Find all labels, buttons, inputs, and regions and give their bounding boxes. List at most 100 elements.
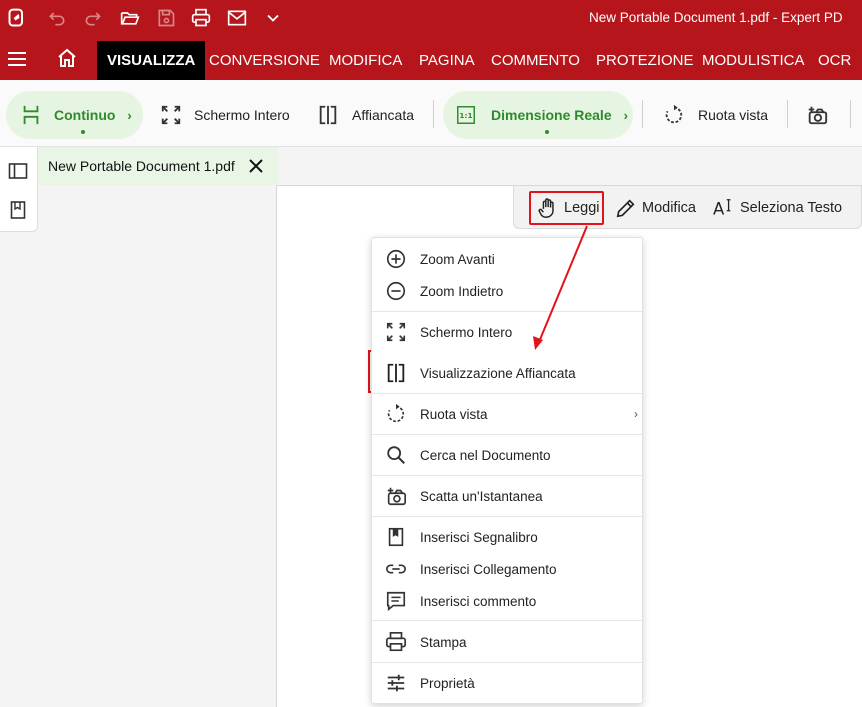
actual-size-icon: 1:1 <box>457 106 475 124</box>
schermo-intero-button[interactable]: Schermo Intero <box>160 91 290 139</box>
menu-separator <box>372 662 642 663</box>
link-icon <box>386 564 406 574</box>
rotate-icon <box>665 104 683 124</box>
print-icon[interactable] <box>188 6 214 30</box>
menu-item-label: Zoom Indietro <box>420 283 504 299</box>
menu-item-label: Proprietà <box>420 675 475 691</box>
close-icon[interactable] <box>246 156 266 176</box>
active-dot <box>81 130 85 134</box>
menu-item-label: Zoom Avanti <box>420 251 495 267</box>
toolbar-separator <box>642 100 643 128</box>
menu-item-zoom-avanti[interactable]: Zoom Avanti <box>372 244 642 274</box>
menu-separator <box>372 475 642 476</box>
camera-add-icon <box>808 106 828 125</box>
ribbon-tabs: VISUALIZZA CONVERSIONE MODIFICA PAGINA C… <box>0 37 862 80</box>
tab-commento[interactable]: COMMENTO <box>491 41 580 80</box>
leggi-highlight-box <box>529 191 604 225</box>
tab-ocr[interactable]: OCR <box>818 41 851 80</box>
bookmark-icon[interactable] <box>8 200 28 220</box>
menu-item-cerca[interactable]: Cerca nel Documento <box>372 440 642 470</box>
menu-separator <box>372 311 642 312</box>
menu-item-visualizzazione-affiancata[interactable]: Visualizzazione Affiancata <box>372 358 642 388</box>
pencil-icon <box>616 199 635 218</box>
properties-sliders-icon <box>387 674 405 692</box>
ruota-vista-label: Ruota vista <box>698 107 769 123</box>
redo-icon[interactable] <box>80 6 106 30</box>
side-by-side-icon <box>387 363 405 383</box>
affiancata-button[interactable]: Affiancata <box>317 91 414 139</box>
active-dot <box>545 130 549 134</box>
tab-protezione[interactable]: PROTEZIONE <box>596 41 694 80</box>
continuo-label: Continuo <box>54 107 116 123</box>
snapshot-button[interactable] <box>806 91 828 139</box>
menu-separator <box>372 393 642 394</box>
print-icon <box>386 632 406 652</box>
open-folder-icon[interactable] <box>117 6 143 30</box>
zoom-out-icon <box>386 281 406 301</box>
tab-modulistica[interactable]: MODULISTICA <box>702 41 805 80</box>
view-toolbar: Continuo › Schermo Intero Affiancata 1:1… <box>0 80 862 147</box>
menu-item-label: Inserisci Collegamento <box>420 561 557 577</box>
tab-modifica[interactable]: MODIFICA <box>329 41 402 80</box>
text-select-icon: A <box>713 199 731 218</box>
menu-item-label: Cerca nel Documento <box>420 447 551 463</box>
chevron-right-icon: › <box>127 107 132 123</box>
left-panel-body <box>0 232 277 707</box>
menu-item-istantanea[interactable]: Scatta un'Istantanea <box>372 481 642 511</box>
dimensione-reale-label: Dimensione Reale <box>491 107 612 123</box>
menu-separator <box>372 434 642 435</box>
document-tab[interactable]: New Portable Document 1.pdf <box>38 147 278 185</box>
app-window: New Portable Document 1.pdf - Expert PD … <box>0 0 862 707</box>
menu-item-proprieta[interactable]: Proprietà <box>372 668 642 698</box>
context-menu: Zoom Avanti Zoom Indietro Schermo Intero… <box>371 237 643 704</box>
menu-item-stampa[interactable]: Stampa <box>372 627 642 657</box>
menu-item-schermo-intero[interactable]: Schermo Intero <box>372 317 642 347</box>
tab-pagina[interactable]: PAGINA <box>419 41 475 80</box>
fullscreen-icon <box>386 322 406 342</box>
hamburger-menu-icon[interactable] <box>6 48 28 70</box>
panel-toggle-icon[interactable] <box>8 161 28 181</box>
seleziona-testo-button[interactable]: A Seleziona Testo <box>713 194 842 222</box>
menu-item-zoom-indietro[interactable]: Zoom Indietro <box>372 276 642 306</box>
undo-icon[interactable] <box>44 6 70 30</box>
menu-item-label: Inserisci Segnalibro <box>420 529 538 545</box>
app-logo-icon[interactable] <box>4 6 30 30</box>
rotate-icon <box>387 403 405 423</box>
modifica-button[interactable]: Modifica <box>615 194 696 222</box>
home-icon[interactable] <box>56 47 78 69</box>
zoom-in-icon <box>386 249 406 269</box>
menu-separator <box>372 516 642 517</box>
left-panel <box>38 185 277 232</box>
affiancata-label: Affiancata <box>352 107 415 123</box>
menu-separator <box>372 620 642 621</box>
submenu-arrow-icon: › <box>634 407 638 421</box>
menu-item-label: Ruota vista <box>420 406 488 422</box>
svg-text:A: A <box>713 199 725 218</box>
email-icon[interactable] <box>224 6 250 30</box>
toolbar-separator <box>433 100 434 128</box>
ruota-vista-button[interactable]: Ruota vista <box>663 91 768 139</box>
toolbar-separator <box>850 100 851 128</box>
menu-item-collegamento[interactable]: Inserisci Collegamento <box>372 554 642 584</box>
svg-text:1:1: 1:1 <box>459 111 472 120</box>
title-bar: New Portable Document 1.pdf - Expert PD <box>0 0 862 37</box>
window-title: New Portable Document 1.pdf - Expert PD <box>589 10 843 25</box>
tab-conversione[interactable]: CONVERSIONE <box>209 41 320 80</box>
camera-add-icon <box>387 487 406 506</box>
document-tab-name: New Portable Document 1.pdf <box>48 158 235 174</box>
menu-item-segnalibro[interactable]: Inserisci Segnalibro <box>372 522 642 552</box>
continuo-button[interactable]: Continuo › <box>6 91 143 139</box>
pane-divider[interactable] <box>276 185 277 707</box>
menu-item-label: Scatta un'Istantanea <box>420 488 543 504</box>
save-icon[interactable] <box>153 6 179 30</box>
tab-visualizza[interactable]: VISUALIZZA <box>97 41 206 80</box>
menu-item-ruota-vista[interactable]: Ruota vista › <box>372 399 642 429</box>
chevron-down-icon[interactable] <box>260 6 286 30</box>
comment-icon <box>386 591 406 611</box>
chevron-right-icon: › <box>623 107 628 123</box>
side-by-side-icon <box>319 105 337 125</box>
continuous-view-icon <box>23 105 39 125</box>
dimensione-reale-button[interactable]: 1:1 Dimensione Reale › <box>443 91 633 139</box>
menu-item-commento[interactable]: Inserisci commento <box>372 586 642 616</box>
left-rail <box>0 147 38 232</box>
